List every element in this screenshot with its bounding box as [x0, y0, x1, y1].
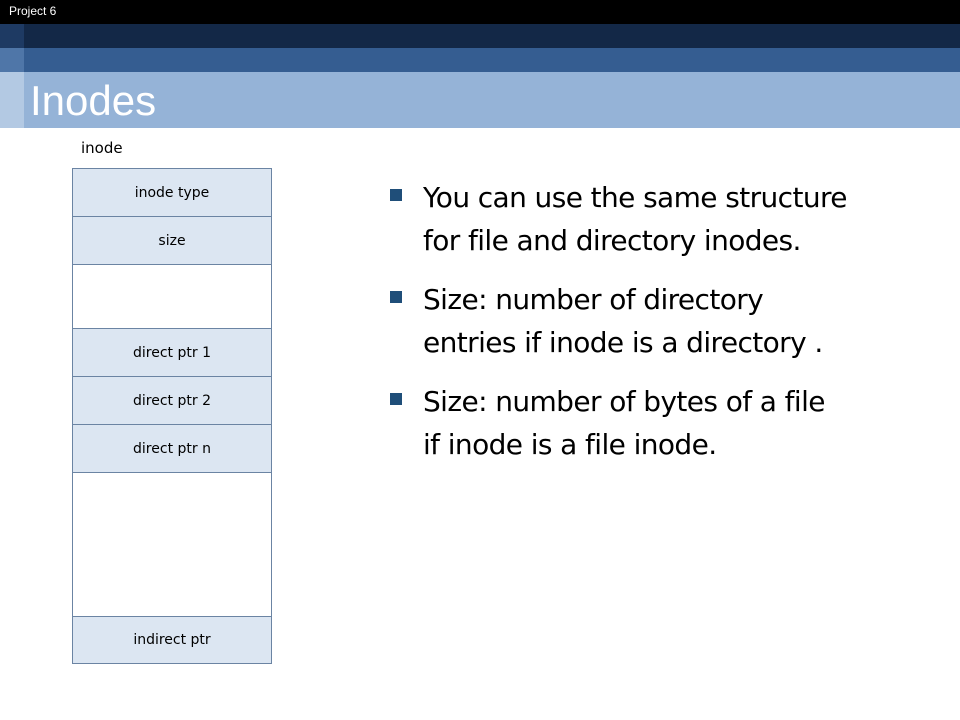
- square-bullet-icon: [390, 189, 402, 201]
- bullet-text: Size: number of bytes of a file if inode…: [423, 385, 826, 461]
- square-bullet-icon: [390, 393, 402, 405]
- bullet-text: Size: number of directory entries if ino…: [423, 283, 823, 359]
- bullet-item: You can use the same structure for file …: [388, 176, 848, 262]
- header-band-navy: [0, 24, 960, 48]
- cell-inode-type: inode type: [73, 169, 271, 217]
- inode-diagram: inode type size direct ptr 1 direct ptr …: [72, 168, 272, 664]
- header-label: Project 6: [9, 4, 57, 18]
- header-band-mid: [0, 48, 960, 72]
- cell-direct-ptr-n: direct ptr n: [73, 425, 271, 473]
- cell-empty-2: [73, 473, 271, 617]
- bullet-item: Size: number of directory entries if ino…: [388, 278, 848, 364]
- header-accent-navy: [0, 24, 24, 48]
- cell-empty-1: [73, 265, 271, 329]
- cell-indirect-ptr: indirect ptr: [73, 617, 271, 663]
- diagram-caption: inode: [81, 139, 123, 157]
- header-accent-light: [0, 72, 24, 128]
- slide-title: Inodes: [30, 77, 157, 124]
- header-band-top: [0, 0, 960, 24]
- cell-direct-ptr-1: direct ptr 1: [73, 329, 271, 377]
- bullet-item: Size: number of bytes of a file if inode…: [388, 380, 848, 466]
- cell-direct-ptr-2: direct ptr 2: [73, 377, 271, 425]
- bullet-text: You can use the same structure for file …: [423, 181, 847, 257]
- header-accent-mid: [0, 48, 24, 72]
- bullet-list: You can use the same structure for file …: [388, 176, 848, 482]
- square-bullet-icon: [390, 291, 402, 303]
- cell-size: size: [73, 217, 271, 265]
